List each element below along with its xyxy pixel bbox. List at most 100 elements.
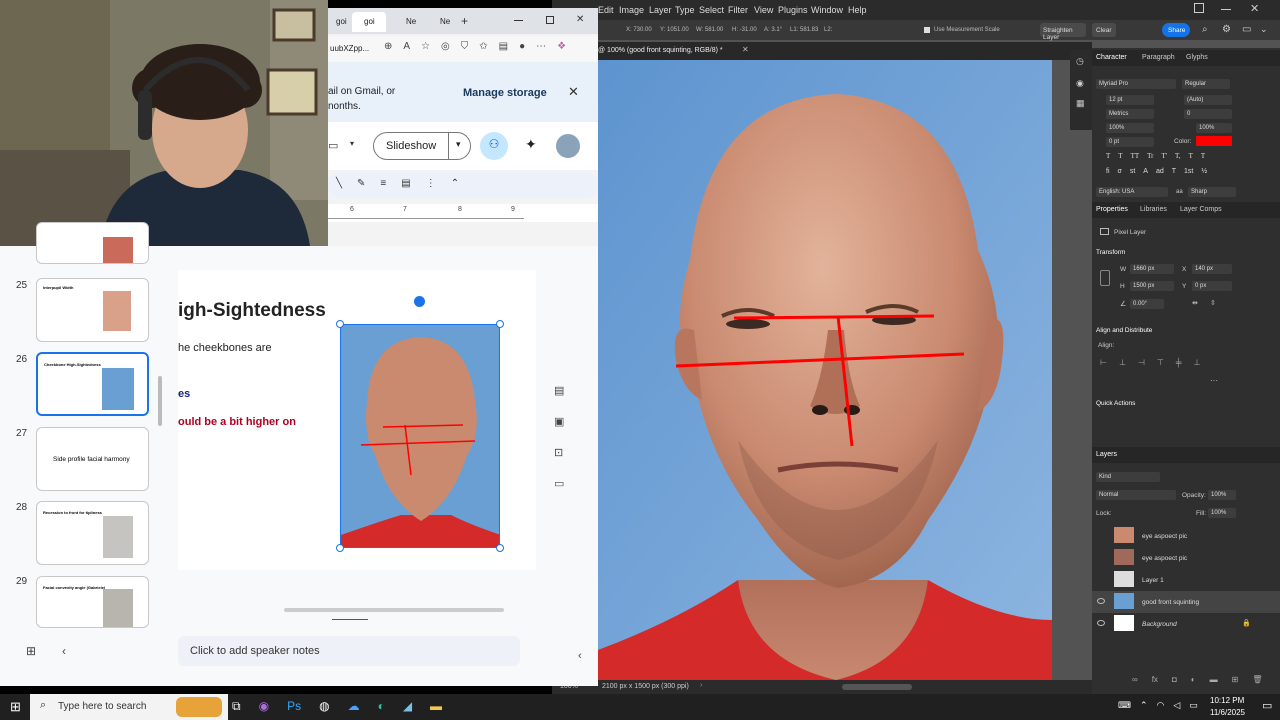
filmstrip-scrollbar[interactable] [158, 376, 162, 426]
hscale-field[interactable]: 100% [1196, 123, 1232, 133]
border-dash-icon[interactable]: ▤ [401, 178, 410, 189]
vscale-field[interactable]: 100% [1106, 123, 1154, 133]
transform-h-field[interactable]: 1500 px [1130, 281, 1174, 291]
discord-icon[interactable]: ◉ [259, 699, 269, 714]
grid-view-icon[interactable]: ⊞ [26, 644, 36, 658]
border-weight-icon[interactable]: ≡ [380, 178, 386, 189]
layer-name[interactable]: eye aspoect pic [1142, 533, 1187, 540]
tab-properties[interactable]: Properties [1096, 206, 1128, 213]
slide-h-scrollbar[interactable] [284, 608, 504, 612]
ps-minimize-icon[interactable] [1221, 9, 1231, 10]
favorites-icon[interactable]: ✩ [479, 41, 487, 52]
brush-panel-icon[interactable]: ◉ [1076, 78, 1084, 89]
ot-titling[interactable]: T [1172, 168, 1176, 178]
quick-actions-section[interactable]: Quick Actions [1096, 400, 1135, 407]
align-top-icon[interactable]: ⊤ [1157, 358, 1164, 368]
mask-icon[interactable]: ◘ [1172, 675, 1177, 687]
layer-row[interactable]: eye aspoect pic [1092, 547, 1280, 569]
slideshow-dropdown-icon[interactable]: ▾ [456, 139, 461, 150]
slide-image-selected[interactable] [340, 324, 500, 548]
ot-alt-ligature[interactable]: st [1130, 168, 1135, 178]
collapse-filmstrip-icon[interactable]: ‹ [62, 644, 66, 658]
gemini-icon[interactable]: ✦ [525, 136, 537, 153]
layer-row[interactable]: Background 🔒 [1092, 613, 1280, 635]
menu-image[interactable]: Image [619, 5, 644, 15]
grid-panel-icon[interactable]: ▦ [1076, 98, 1085, 109]
language-select[interactable]: English: USA [1096, 187, 1168, 197]
app-icon[interactable]: ◢ [403, 699, 412, 714]
slide-body-2[interactable]: es [178, 388, 190, 400]
layer-name[interactable]: Layer 1 [1142, 577, 1164, 584]
speaker-notes[interactable]: Click to add speaker notes [178, 636, 520, 666]
resize-handle[interactable] [496, 544, 504, 552]
close-window-icon[interactable]: ✕ [576, 14, 584, 25]
shield-icon[interactable]: ⛉ [461, 41, 469, 52]
layer-row[interactable]: Layer 1 [1092, 569, 1280, 591]
ps-close-icon[interactable]: ✕ [1250, 2, 1259, 15]
type-style-strike[interactable]: T [1201, 152, 1205, 162]
eye-icon[interactable] [1097, 620, 1105, 626]
ot-ligature[interactable]: fi [1106, 168, 1110, 178]
ps-workspace-icon[interactable]: ▭ [1242, 24, 1251, 35]
font-family-select[interactable]: Myriad Pro [1096, 79, 1176, 89]
meet-dropdown-icon[interactable]: ▾ [350, 139, 354, 148]
ot-fractions[interactable]: ½ [1201, 168, 1207, 178]
tab-layers[interactable]: Layers [1096, 451, 1117, 458]
more-vert-icon[interactable]: ⋮ [426, 178, 436, 189]
link-layers-icon[interactable]: ∞ [1132, 675, 1138, 687]
ps-search-icon[interactable]: ⌕ [1202, 24, 1208, 35]
type-style-underline[interactable]: T [1189, 152, 1193, 162]
copilot-icon[interactable]: ❖ [557, 41, 566, 52]
doc-tab-close-icon[interactable]: ✕ [742, 45, 749, 54]
notifications-icon[interactable]: ▭ [1262, 699, 1272, 712]
slide-body-1[interactable]: he cheekbones are [178, 342, 272, 354]
favorite-icon[interactable]: ☆ [421, 41, 430, 52]
collapse-icon[interactable]: ⌃ [451, 178, 459, 189]
type-style-superscript[interactable]: T' [1162, 152, 1168, 162]
slide-thumb-25[interactable]: Interpupil Width [36, 278, 149, 342]
expand-panel-icon[interactable]: ‹ [578, 650, 582, 662]
pen-icon[interactable]: ✎ [357, 178, 365, 189]
share-person-icon[interactable]: ⚇ [480, 132, 508, 160]
browser-tab-active[interactable]: goi [352, 12, 386, 32]
h-scrollbar[interactable] [842, 684, 912, 690]
rotate-handle[interactable] [414, 296, 425, 307]
clear-button[interactable]: Clear [1092, 23, 1116, 37]
ps-canvas[interactable] [598, 60, 1052, 680]
baseline-field[interactable]: 0 pt [1106, 137, 1154, 147]
menu-select[interactable]: Select [699, 5, 724, 15]
profile-icon[interactable]: ● [519, 41, 525, 52]
leading-field[interactable]: (Auto) [1184, 95, 1232, 105]
chevron-up-icon[interactable]: ⌃ [1140, 700, 1148, 711]
browser-tab[interactable]: Ne [404, 12, 418, 32]
type-style-smallcaps[interactable]: Tr [1147, 152, 1153, 162]
tab-libraries[interactable]: Libraries [1140, 206, 1167, 213]
layer-name[interactable]: eye aspoect pic [1142, 555, 1187, 562]
file-explorer-icon[interactable]: ▬ [430, 699, 442, 714]
read-aloud-icon[interactable]: A [403, 41, 410, 52]
ps-document-tab[interactable]: @ 100% (good front squinting, RGB/8) * ✕ [552, 42, 1092, 60]
type-style-allcaps[interactable]: TT [1131, 152, 1140, 162]
statusbar-arrow-icon[interactable]: › [700, 682, 702, 689]
tab-glyphs[interactable]: Glyphs [1186, 54, 1208, 61]
antialias-select[interactable]: Sharp [1188, 187, 1236, 197]
font-size-field[interactable]: 12 pt [1106, 95, 1154, 105]
slide-canvas[interactable]: igh-Sightedness he cheekbones are es oul… [178, 270, 536, 570]
menu-view[interactable]: View [754, 5, 773, 15]
text-color-swatch[interactable] [1196, 136, 1232, 146]
layer-row[interactable]: eye aspoect pic [1092, 525, 1280, 547]
align-hcenter-icon[interactable]: ⊥ [1119, 358, 1126, 368]
fx-icon[interactable]: fx [1152, 675, 1158, 687]
type-style-italic[interactable]: T [1118, 152, 1122, 162]
menu-dots-icon[interactable]: ⋯ [536, 41, 546, 52]
slide-thumb-26-selected[interactable]: Cheekbone High-Sightedness [36, 352, 149, 416]
menu-help[interactable]: Help [848, 5, 867, 15]
layer-name[interactable]: Background [1142, 621, 1177, 628]
maximize-icon[interactable] [546, 16, 554, 24]
alt-text-icon[interactable]: ⊡ [554, 446, 564, 459]
group-icon[interactable]: ▬ [1210, 675, 1218, 687]
adjustment-icon[interactable]: ◐ [1191, 675, 1196, 687]
keyboard-icon[interactable]: ⌨ [1118, 700, 1131, 711]
ot-swash[interactable]: A [1143, 168, 1148, 178]
slide-thumb-24[interactable] [36, 222, 149, 264]
